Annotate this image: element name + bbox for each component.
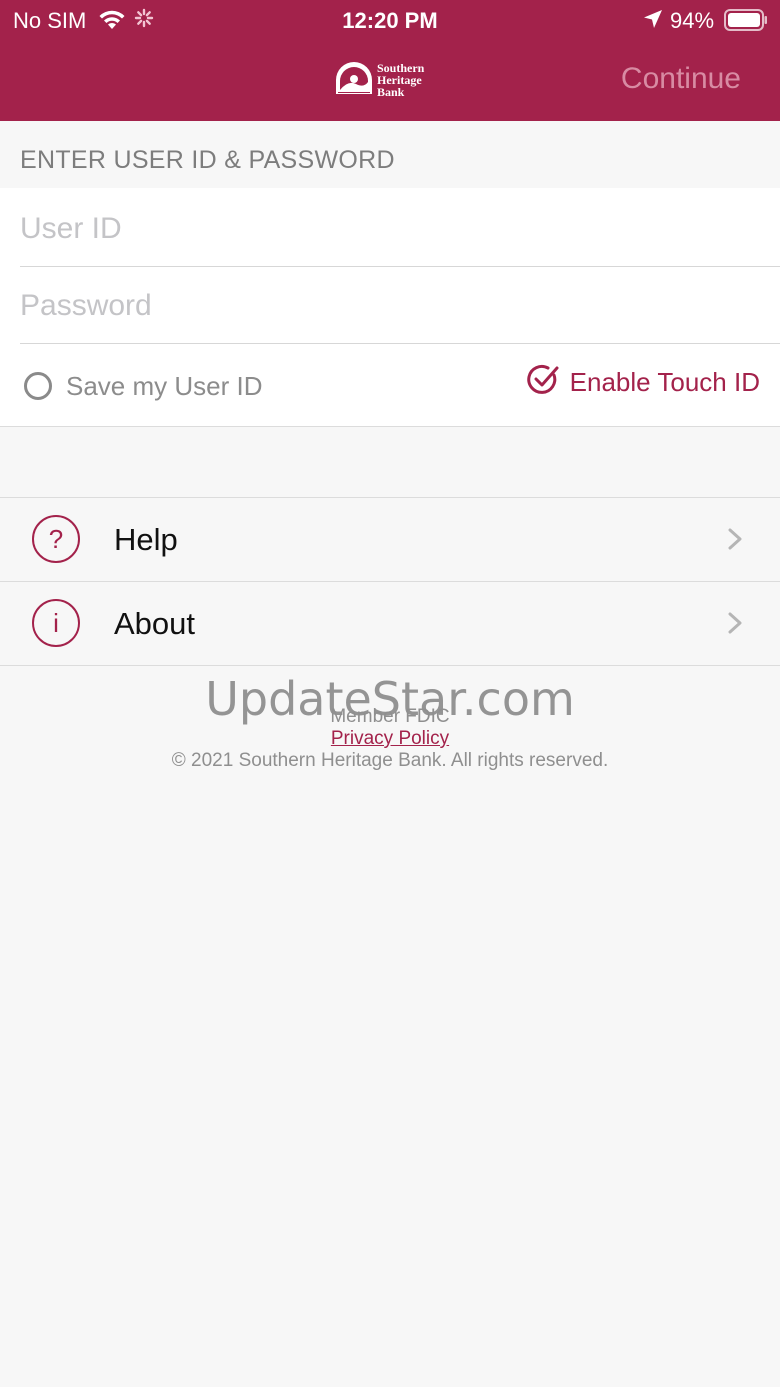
fdic-label: Member FDIC xyxy=(330,706,450,727)
radio-unchecked-icon[interactable] xyxy=(24,372,52,400)
login-form: Save my User ID Enable Touch ID xyxy=(0,188,780,427)
enable-touch-id-label: Enable Touch ID xyxy=(569,366,760,397)
chevron-right-icon xyxy=(728,612,742,639)
info-icon: i xyxy=(32,599,80,647)
menu-item-label: About xyxy=(114,606,196,641)
section-title: ENTER USER ID & PASSWORD xyxy=(20,146,395,174)
copyright-text: © 2021 Southern Heritage Bank. All right… xyxy=(171,750,609,771)
status-bar: No SIM 12:20 PM 94% xyxy=(0,0,780,40)
clock-label: 12:20 PM xyxy=(342,8,438,33)
menu-item-help[interactable]: ? Help xyxy=(0,498,780,582)
bank-logo: Southern Heritage Bank xyxy=(334,60,446,103)
menu-item-label: Help xyxy=(114,522,178,557)
battery-icon xyxy=(724,9,768,37)
menu-list: ? Help i About xyxy=(0,497,780,666)
enable-touch-id-toggle[interactable]: Enable Touch ID xyxy=(526,364,760,400)
user-id-input[interactable] xyxy=(20,191,780,267)
chevron-right-icon xyxy=(728,528,742,555)
location-arrow-icon xyxy=(643,9,663,35)
checkmark-circle-icon[interactable] xyxy=(526,363,560,402)
svg-text:Bank: Bank xyxy=(377,85,405,98)
menu-item-about[interactable]: i About xyxy=(0,582,780,666)
battery-percent: 94% xyxy=(670,8,715,33)
continue-button[interactable]: Continue xyxy=(621,62,741,96)
save-user-id-toggle[interactable]: Save my User ID xyxy=(24,370,263,402)
question-icon: ? xyxy=(32,515,80,563)
app-header: No SIM 12:20 PM 94% Southern Heritage Ba… xyxy=(0,0,780,121)
privacy-policy-link[interactable]: Privacy Policy xyxy=(0,728,780,750)
save-user-id-label: Save my User ID xyxy=(66,370,263,401)
password-input[interactable] xyxy=(20,268,780,344)
